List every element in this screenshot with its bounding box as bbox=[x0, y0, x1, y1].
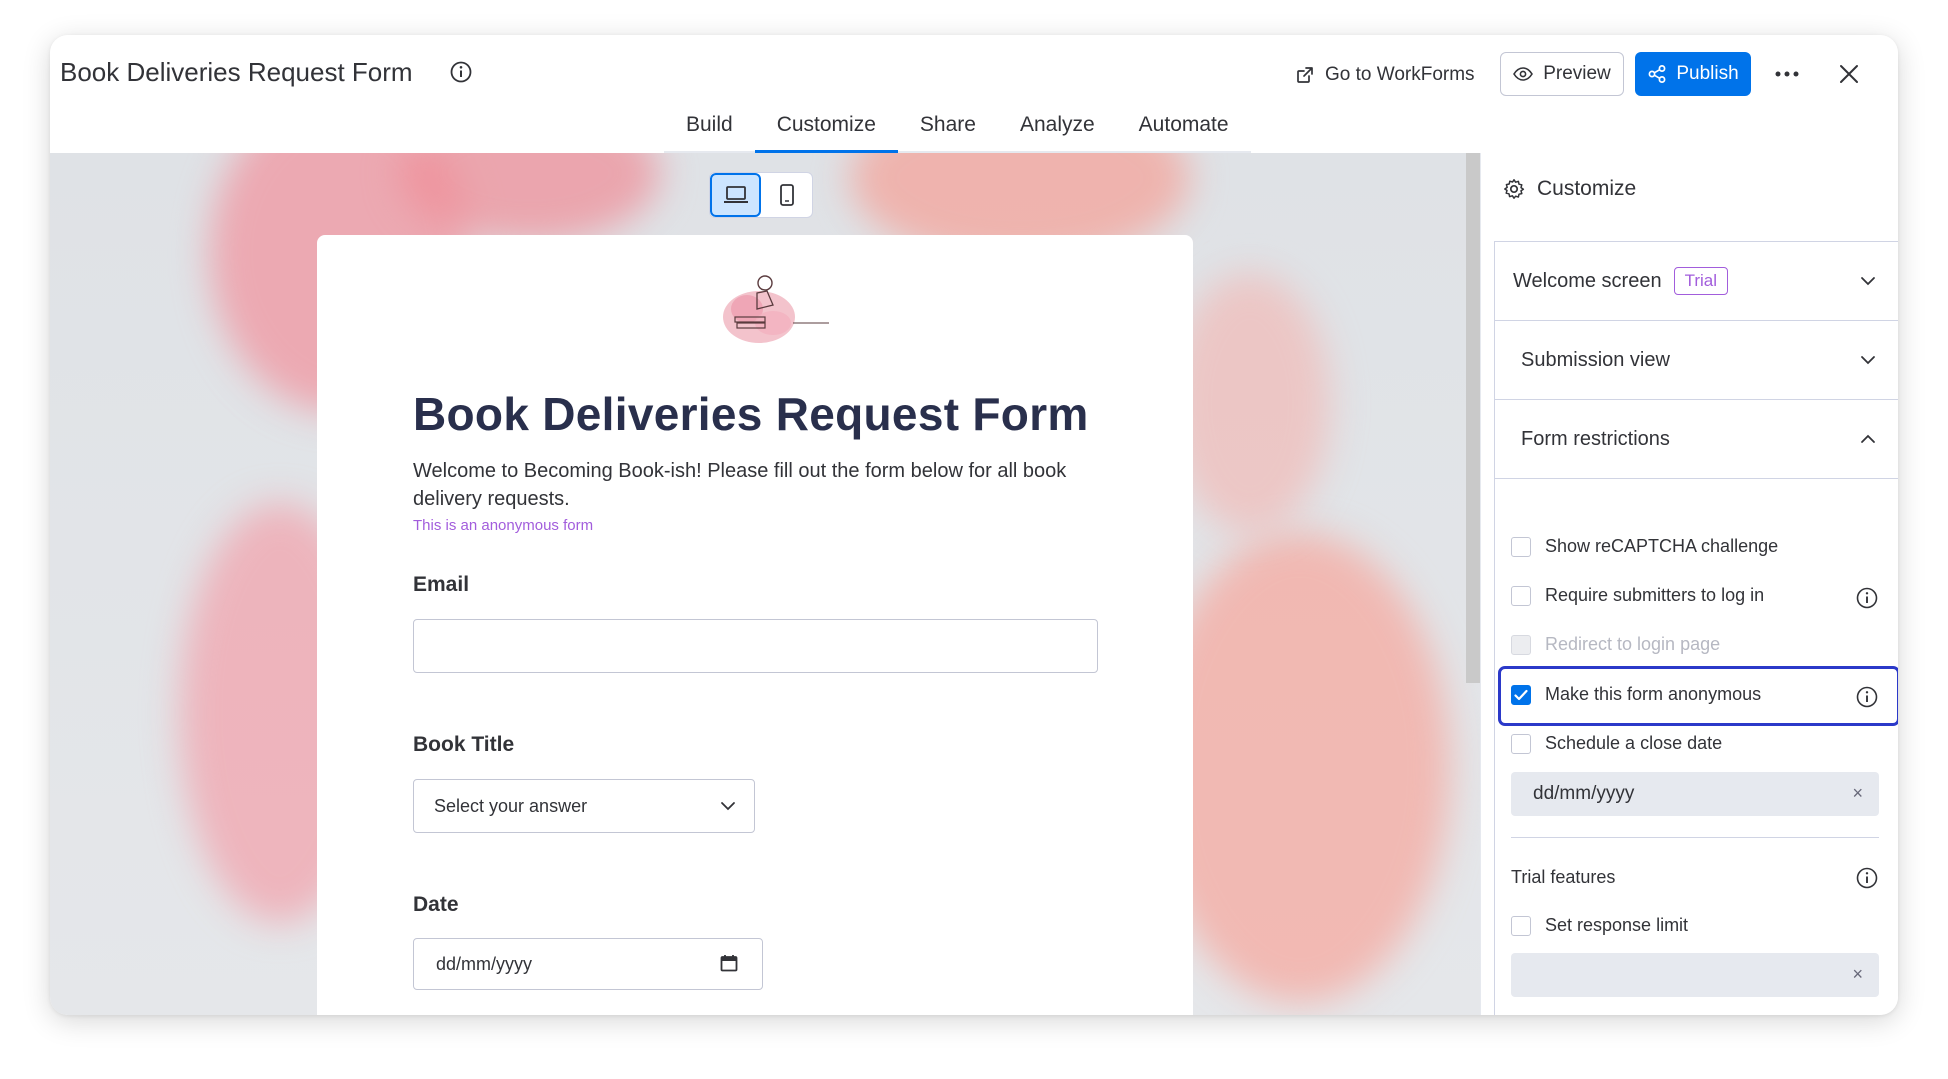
gear-icon bbox=[1504, 179, 1525, 199]
form-restrictions-title: Form restrictions bbox=[1521, 427, 1670, 450]
clear-limit-icon[interactable]: × bbox=[1852, 964, 1863, 985]
publish-button[interactable]: Publish bbox=[1635, 52, 1751, 96]
book-title-select[interactable]: Select your answer bbox=[413, 779, 755, 833]
redirect-login-option: Redirect to login page bbox=[1511, 634, 1720, 655]
share-nodes-icon bbox=[1648, 65, 1666, 83]
response-limit-checkbox[interactable] bbox=[1511, 915, 1531, 936]
preview-button[interactable]: Preview bbox=[1500, 52, 1624, 96]
info-icon[interactable] bbox=[450, 61, 472, 83]
chevron-up-icon bbox=[1861, 434, 1875, 443]
laptop-icon bbox=[723, 186, 748, 203]
anonymous-option[interactable]: Make this form anonymous bbox=[1511, 684, 1761, 705]
publish-label: Publish bbox=[1676, 63, 1739, 84]
info-icon[interactable] bbox=[1856, 686, 1878, 708]
checkmark-icon bbox=[1514, 689, 1528, 700]
mobile-view-button[interactable] bbox=[761, 173, 812, 217]
trial-features-title: Trial features bbox=[1511, 867, 1616, 887]
panel-header: Customize bbox=[1503, 177, 1636, 201]
divider bbox=[1495, 478, 1898, 479]
trial-badge: Trial bbox=[1673, 267, 1729, 295]
go-to-workforms-link[interactable]: Go to WorkForms bbox=[1295, 55, 1475, 95]
tab-customize[interactable]: Customize bbox=[754, 105, 899, 153]
require-login-option[interactable]: Require submitters to log in bbox=[1511, 585, 1764, 606]
welcome-screen-section[interactable]: Welcome screen Trial bbox=[1495, 242, 1898, 320]
tab-build[interactable]: Build bbox=[664, 105, 755, 151]
response-limit-input[interactable]: × bbox=[1511, 953, 1879, 997]
require-login-checkbox[interactable] bbox=[1511, 585, 1531, 606]
response-limit-option[interactable]: Set response limit bbox=[1511, 915, 1688, 936]
external-link-icon bbox=[1297, 67, 1313, 83]
desktop-view-button[interactable] bbox=[710, 173, 762, 217]
close-date-checkbox[interactable] bbox=[1511, 733, 1531, 754]
form-title: Book Deliveries Request Form bbox=[413, 388, 1089, 440]
panel-title: Customize bbox=[1537, 177, 1637, 200]
welcome-screen-title: Welcome screen bbox=[1513, 269, 1662, 292]
clear-date-icon[interactable]: × bbox=[1852, 783, 1863, 804]
close-date-input[interactable]: dd/mm/yyyy × bbox=[1511, 772, 1879, 816]
form-card: Book Deliveries Request Form Welcome to … bbox=[317, 235, 1193, 1015]
tab-bar: Build Customize Share Analyze Automate bbox=[664, 105, 1251, 153]
redirect-login-label: Redirect to login page bbox=[1545, 634, 1721, 654]
chevron-down-icon bbox=[721, 802, 735, 811]
require-login-label: Require submitters to log in bbox=[1545, 585, 1765, 605]
close-date-placeholder: dd/mm/yyyy bbox=[1533, 783, 1635, 804]
submission-view-title: Submission view bbox=[1521, 348, 1670, 371]
background-smoke bbox=[1170, 273, 1330, 533]
customize-panel: Customize Welcome screen Trial Submissio… bbox=[1480, 153, 1898, 1015]
divider bbox=[1511, 837, 1879, 838]
anonymous-label: Make this form anonymous bbox=[1545, 684, 1762, 704]
anonymous-checkbox[interactable] bbox=[1511, 684, 1531, 705]
panel-sections: Welcome screen Trial Submission view For… bbox=[1494, 241, 1898, 1015]
header: Book Deliveries Request Form Go to WorkF… bbox=[50, 35, 1898, 153]
mobile-icon bbox=[779, 184, 794, 206]
recaptcha-label: Show reCAPTCHA challenge bbox=[1545, 536, 1779, 556]
logo-image bbox=[723, 275, 829, 343]
book-title-label: Book Title bbox=[413, 733, 515, 756]
response-limit-label: Set response limit bbox=[1545, 915, 1689, 935]
page-title: Book Deliveries Request Form bbox=[60, 57, 413, 87]
info-icon[interactable] bbox=[1856, 867, 1878, 889]
form-description: Welcome to Becoming Book-ish! Please fil… bbox=[413, 460, 1067, 510]
date-label: Date bbox=[413, 893, 459, 916]
redirect-login-checkbox bbox=[1511, 634, 1531, 655]
date-input[interactable]: dd/mm/yyyy bbox=[413, 938, 763, 990]
background-smoke bbox=[1150, 533, 1450, 1003]
canvas-scrollbar[interactable] bbox=[1466, 153, 1480, 683]
calendar-icon[interactable] bbox=[720, 954, 738, 972]
eye-icon bbox=[1513, 67, 1534, 81]
tab-automate[interactable]: Automate bbox=[1117, 105, 1251, 151]
tab-share[interactable]: Share bbox=[898, 105, 998, 151]
submission-view-section[interactable]: Submission view bbox=[1495, 321, 1898, 399]
form-editor-window: Book Deliveries Request Form Go to WorkF… bbox=[50, 35, 1898, 1015]
email-input[interactable] bbox=[413, 619, 1098, 673]
anonymous-form-note: This is an anonymous form bbox=[413, 517, 594, 534]
preview-label: Preview bbox=[1543, 63, 1611, 84]
more-dots-icon bbox=[1775, 71, 1799, 77]
form-preview-canvas: Book Deliveries Request Form Welcome to … bbox=[50, 153, 1480, 1015]
form-restrictions-section[interactable]: Form restrictions bbox=[1495, 400, 1898, 478]
chevron-down-icon bbox=[1861, 356, 1875, 365]
close-date-label: Schedule a close date bbox=[1545, 733, 1723, 753]
info-icon[interactable] bbox=[1856, 587, 1878, 609]
email-label: Email bbox=[413, 573, 470, 596]
device-toggle bbox=[709, 172, 813, 218]
date-placeholder: dd/mm/yyyy bbox=[436, 954, 533, 974]
recaptcha-checkbox[interactable] bbox=[1511, 536, 1531, 557]
close-date-option[interactable]: Schedule a close date bbox=[1511, 733, 1722, 754]
more-options-button[interactable] bbox=[1770, 55, 1804, 93]
chevron-down-icon bbox=[1861, 277, 1875, 286]
recaptcha-option[interactable]: Show reCAPTCHA challenge bbox=[1511, 536, 1778, 557]
book-title-placeholder: Select your answer bbox=[434, 796, 588, 816]
close-button[interactable] bbox=[1832, 57, 1866, 91]
close-icon bbox=[1840, 65, 1858, 83]
go-to-workforms-label: Go to WorkForms bbox=[1325, 64, 1475, 85]
tab-analyze[interactable]: Analyze bbox=[998, 105, 1117, 151]
